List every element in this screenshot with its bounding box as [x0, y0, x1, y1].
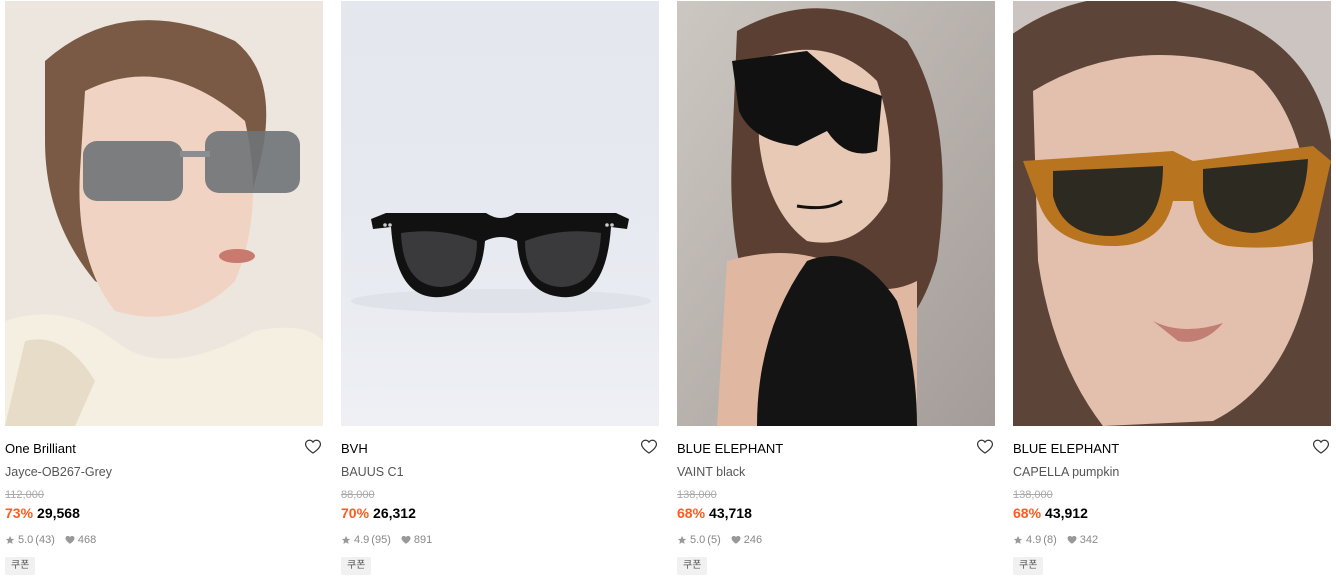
coupon-badge: 쿠폰	[677, 557, 708, 575]
star-icon	[677, 535, 687, 545]
brand-name[interactable]: BVH	[341, 441, 368, 456]
discount-rate: 70%	[341, 505, 370, 521]
original-price: 112,000	[5, 489, 44, 501]
price-line: 70% 26,312	[341, 505, 416, 521]
coupon-badge: 쿠폰	[341, 557, 372, 575]
review-count: (5)	[707, 534, 721, 546]
coupon-badge: 쿠폰	[1013, 557, 1044, 575]
star-icon	[1013, 535, 1023, 545]
original-price: 88,000	[341, 489, 375, 501]
original-price: 138,000	[1013, 489, 1053, 501]
heart-filled-icon	[65, 535, 75, 545]
product-name[interactable]: CAPELLA pumpkin	[1013, 465, 1119, 479]
sale-price: 29,568	[37, 505, 80, 521]
sale-price: 26,312	[373, 505, 416, 521]
discount-rate: 73%	[5, 505, 34, 521]
sale-price: 43,718	[709, 505, 752, 521]
price-line: 68% 43,718	[677, 505, 752, 521]
star-icon	[341, 535, 351, 545]
brand-name[interactable]: One Brilliant	[5, 441, 76, 456]
brand-name[interactable]: BLUE ELEPHANT	[1013, 441, 1119, 456]
product-meta: 5.0 (43) 468	[5, 534, 96, 546]
product-image[interactable]	[341, 1, 659, 426]
likes-count: 468	[77, 534, 97, 546]
coupon-badge: 쿠폰	[5, 557, 36, 575]
rating-value: 4.9	[1026, 534, 1042, 546]
heart-filled-icon	[731, 535, 741, 545]
price-line: 73% 29,568	[5, 505, 80, 521]
likes-count: 891	[413, 534, 433, 546]
product-card[interactable]: BVH BAUUS C1 88,000 70% 26,312 4.9 (95) 8…	[341, 0, 659, 588]
likes-count: 246	[743, 534, 763, 546]
likes: 246	[731, 534, 762, 546]
product-image[interactable]	[1013, 1, 1331, 426]
review-count: (43)	[35, 534, 55, 546]
heart-filled-icon	[1067, 535, 1077, 545]
discount-rate: 68%	[677, 505, 706, 521]
wishlist-heart-icon[interactable]	[304, 438, 322, 456]
discount-rate: 68%	[1013, 505, 1042, 521]
star-icon	[5, 535, 15, 545]
product-meta: 4.9 (95) 891	[341, 534, 432, 546]
likes-count: 342	[1079, 534, 1099, 546]
wishlist-heart-icon[interactable]	[640, 438, 658, 456]
likes: 891	[401, 534, 432, 546]
product-name[interactable]: VAINT black	[677, 465, 745, 479]
heart-filled-icon	[401, 535, 411, 545]
rating-value: 5.0	[690, 534, 706, 546]
review-count: (8)	[1043, 534, 1057, 546]
product-card[interactable]: BLUE ELEPHANT CAPELLA pumpkin 138,000 68…	[1013, 0, 1331, 588]
product-card[interactable]: BLUE ELEPHANT VAINT black 138,000 68% 43,…	[677, 0, 995, 588]
product-grid: One Brilliant Jayce-OB267-Grey 112,000 7…	[0, 0, 1336, 588]
brand-name[interactable]: BLUE ELEPHANT	[677, 441, 783, 456]
product-card[interactable]: One Brilliant Jayce-OB267-Grey 112,000 7…	[5, 0, 323, 588]
rating-value: 5.0	[18, 534, 34, 546]
product-name[interactable]: BAUUS C1	[341, 465, 404, 479]
product-name[interactable]: Jayce-OB267-Grey	[5, 465, 112, 479]
original-price: 138,000	[677, 489, 717, 501]
product-meta: 4.9 (8) 342	[1013, 534, 1098, 546]
sale-price: 43,912	[1045, 505, 1088, 521]
rating-value: 4.9	[354, 534, 370, 546]
product-meta: 5.0 (5) 246	[677, 534, 762, 546]
likes: 468	[65, 534, 96, 546]
wishlist-heart-icon[interactable]	[976, 438, 994, 456]
product-image[interactable]	[5, 1, 323, 426]
review-count: (95)	[371, 534, 391, 546]
price-line: 68% 43,912	[1013, 505, 1088, 521]
likes: 342	[1067, 534, 1098, 546]
product-image[interactable]	[677, 1, 995, 426]
wishlist-heart-icon[interactable]	[1312, 438, 1330, 456]
